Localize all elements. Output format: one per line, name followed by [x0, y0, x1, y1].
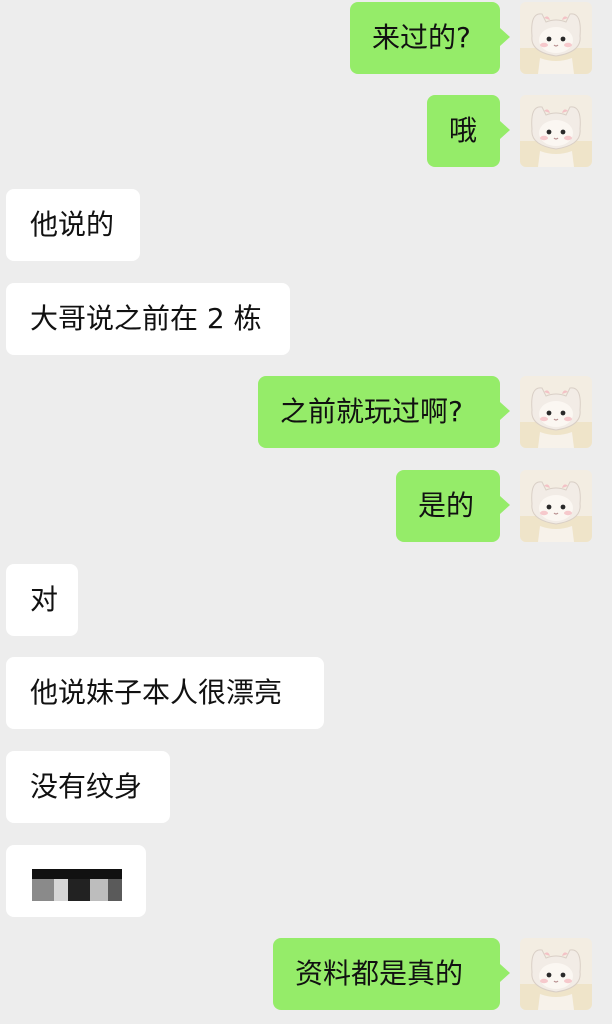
redaction-block	[32, 869, 122, 879]
message-bubble-outgoing[interactable]: 来过的?	[350, 2, 510, 74]
redaction-block	[68, 879, 90, 901]
message-bubble-incoming[interactable]: 对	[6, 564, 78, 636]
message-bubble-incoming[interactable]: 大哥说之前在 2 栋	[6, 283, 290, 355]
message-bubble-outgoing[interactable]: 资料都是真的	[273, 938, 510, 1010]
message-bubble-redacted[interactable]	[6, 845, 146, 917]
redaction-block	[54, 879, 68, 901]
message-bubble-outgoing[interactable]: 是的	[396, 470, 510, 542]
message-bubble-incoming[interactable]: 他说妹子本人很漂亮	[6, 657, 324, 729]
message-bubble-incoming[interactable]: 没有纹身	[6, 751, 170, 823]
user-avatar-icon[interactable]	[520, 2, 592, 74]
message-bubble-incoming[interactable]: 他说的	[6, 189, 140, 261]
redaction-block	[90, 879, 108, 901]
message-bubble-outgoing[interactable]: 哦	[427, 95, 510, 167]
user-avatar-icon[interactable]	[520, 470, 592, 542]
user-avatar-icon[interactable]	[520, 938, 592, 1010]
chat-message-list[interactable]: 来过的? 哦 他说的 大哥说之前在 2 栋 之前就玩过啊? 是的 对 他说妹子本…	[0, 0, 612, 1024]
redaction-block	[32, 879, 54, 901]
redaction-block	[108, 879, 122, 901]
message-bubble-outgoing[interactable]: 之前就玩过啊?	[258, 376, 510, 448]
user-avatar-icon[interactable]	[520, 95, 592, 167]
user-avatar-icon[interactable]	[520, 376, 592, 448]
